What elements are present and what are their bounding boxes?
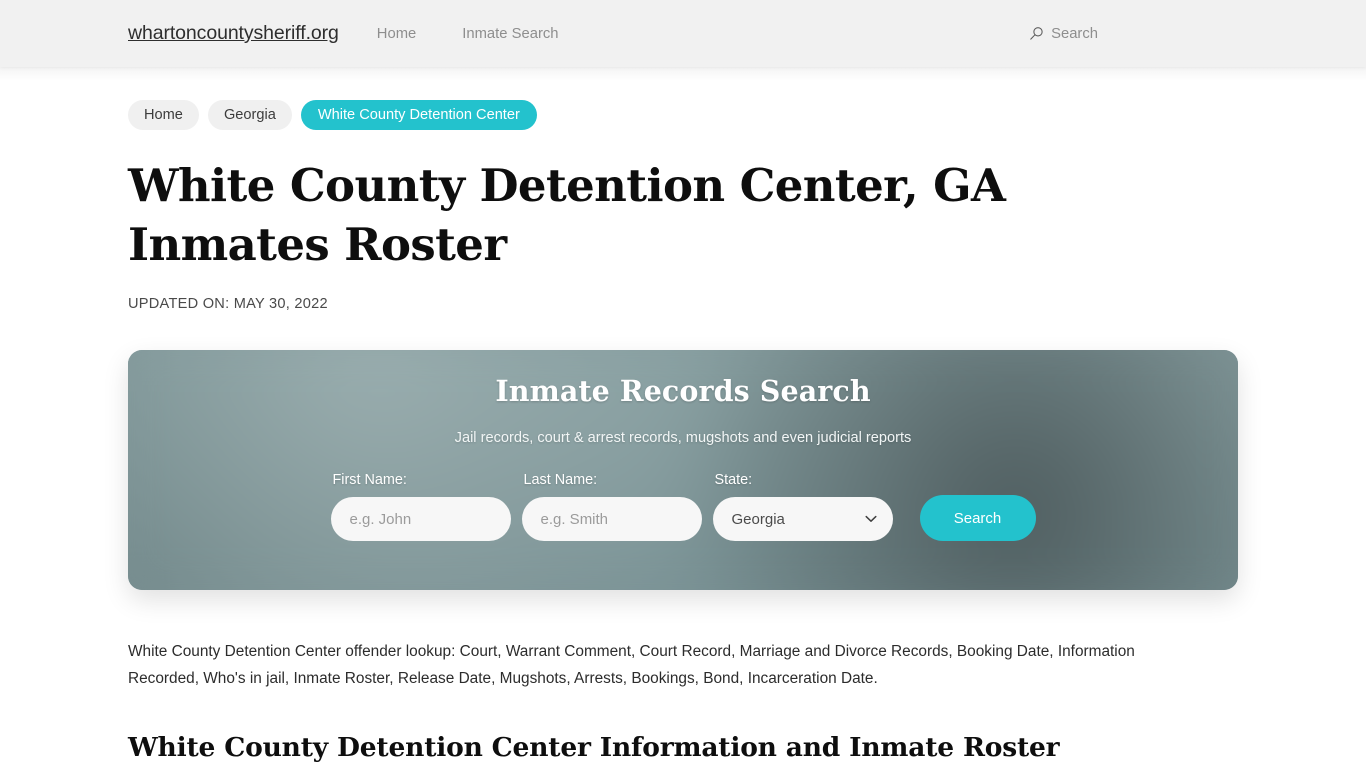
first-name-input[interactable] [330,497,511,541]
inmate-search-button[interactable]: Search [919,495,1036,541]
section-title: White County Detention Center Informatio… [128,731,1060,763]
site-header: whartoncountysheriff.org Home Inmate Sea… [0,0,1366,81]
header-search-label: Search [1051,25,1098,42]
hero-subtitle: Jail records, court & arrest records, mu… [454,430,912,446]
last-name-label: Last Name: [523,472,598,488]
last-name-field-group: Last Name: [521,472,702,541]
breadcrumb: Home Georgia White County Detention Cent… [128,67,1238,130]
breadcrumb-item-home[interactable]: Home [128,100,199,130]
lead-paragraph: White County Detention Center offender l… [128,643,1135,687]
site-logo[interactable]: whartoncountysheriff.org [128,22,339,45]
inmate-records-search-panel: Inmate Records Search Jail records, cour… [128,350,1238,590]
first-name-label: First Name: [332,472,407,488]
page-content: Home Georgia White County Detention Cent… [0,67,1366,768]
state-select[interactable]: Georgia [712,497,893,541]
breadcrumb-item-current[interactable]: White County Detention Center [300,100,537,130]
first-name-field-group: First Name: [330,472,511,541]
last-name-input[interactable] [521,497,702,541]
primary-nav: Home Inmate Search [377,26,559,42]
header-search-toggle[interactable]: Search [1029,26,1098,42]
hero-title: Inmate Records Search [495,374,871,408]
state-field-group: State: Georgia [712,472,893,541]
state-label: State: [714,472,753,488]
nav-item-inmate-search[interactable]: Inmate Search [462,26,558,42]
search-icon [1029,26,1044,41]
page-title: White County Detention Center, GA Inmate… [128,159,1006,271]
updated-date: UPDATED ON: MAY 30, 2022 [128,296,328,312]
nav-item-home[interactable]: Home [377,26,416,42]
inmate-search-form: First Name: Last Name: State: Georgia [330,472,1036,541]
breadcrumb-item-georgia[interactable]: Georgia [207,100,292,130]
